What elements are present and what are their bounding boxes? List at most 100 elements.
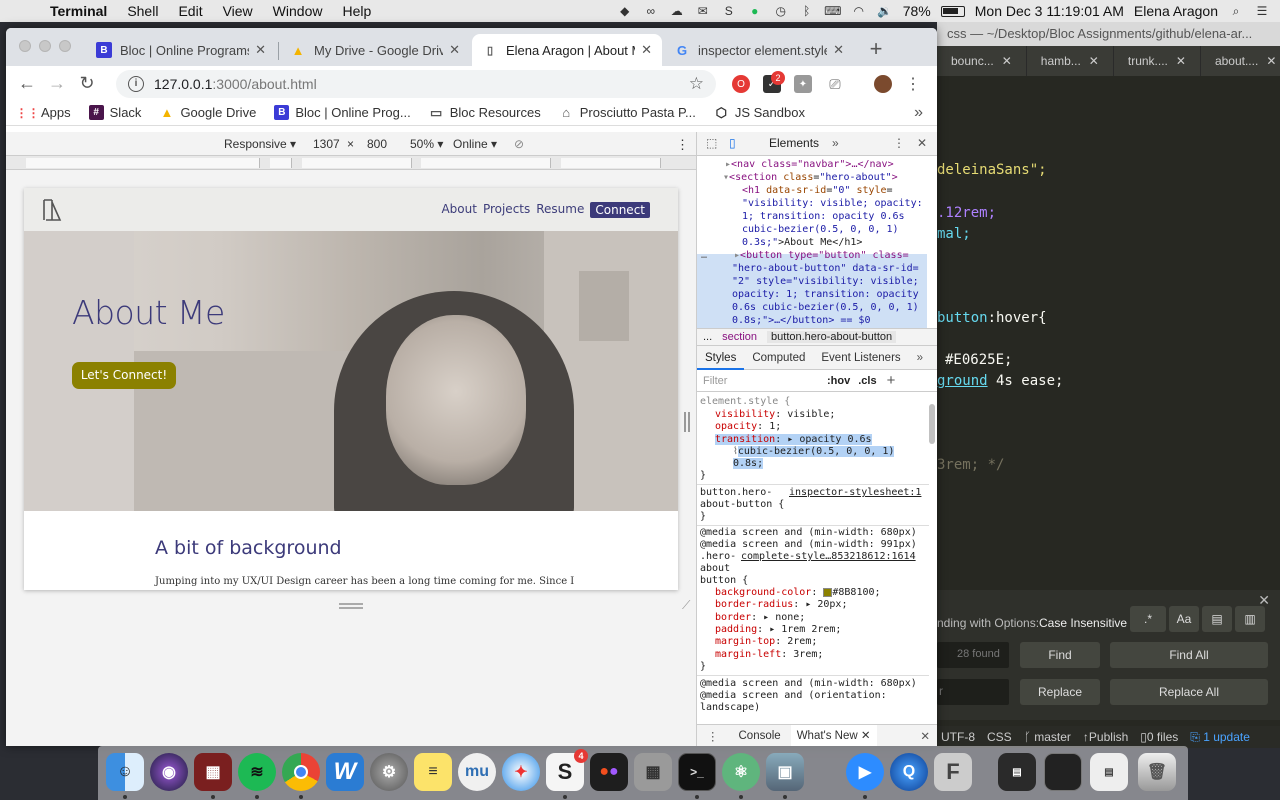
menu-app-name[interactable]: Terminal [40, 3, 117, 19]
resize-handle-bottom[interactable] [339, 603, 363, 609]
devtools-menu-icon[interactable]: ⋮ [893, 136, 905, 150]
user-name[interactable]: Elena Aragon [1134, 3, 1218, 19]
breadcrumb-more[interactable]: ... [703, 331, 712, 343]
more-tabs-icon[interactable]: » [832, 136, 839, 150]
dom-node-button[interactable]: ▸<button type="button" class= [734, 249, 909, 262]
style-declaration[interactable]: visibility: visible; [715, 409, 835, 422]
avatar[interactable] [874, 75, 892, 93]
bookmark-bloc[interactable]: B Bloc | Online Prog... [274, 105, 411, 120]
keyboard-icon[interactable]: ⌨ [824, 4, 841, 18]
notification-center-icon[interactable]: ☰ [1254, 4, 1270, 18]
cloud-icon[interactable]: ☁ [669, 4, 685, 18]
dom-tree[interactable]: ▸<nav class="navbar">…</nav> ▾<section c… [697, 156, 927, 328]
site-logo[interactable] [42, 198, 62, 222]
more-bookmarks-icon[interactable]: » [914, 104, 923, 122]
chrome-icon[interactable] [282, 753, 320, 791]
close-icon[interactable]: ✕ [1176, 54, 1186, 68]
notes-icon[interactable]: ≡ [414, 753, 452, 791]
menu-icon[interactable]: ⋮ [904, 75, 922, 93]
calculator-icon[interactable]: ▦ [634, 753, 672, 791]
stylesheet-link[interactable]: complete-style…853218612:1614 [741, 551, 916, 564]
styles-scrollbar[interactable] [929, 404, 935, 444]
reload-icon[interactable]: ↻ [72, 68, 102, 98]
close-icon[interactable]: ✕ [255, 42, 266, 58]
drawer-tab-whats-new[interactable]: What's New ✕ [790, 724, 877, 746]
git-branch[interactable]: ᚴ master [1024, 730, 1071, 744]
close-icon[interactable]: ✕ [1002, 54, 1012, 68]
inspect-element-icon[interactable]: ⬚ [706, 136, 717, 150]
musescore-icon[interactable]: mu [458, 753, 496, 791]
drawer-menu-icon[interactable]: ⋮ [697, 729, 729, 743]
nav-about[interactable]: About [441, 202, 476, 218]
find-all-button[interactable]: Find All [1110, 642, 1268, 668]
system-preferences-icon[interactable]: ⚙ [370, 753, 408, 791]
filter-input[interactable]: Filter [697, 375, 827, 387]
trash-icon[interactable]: 🗑 [1138, 753, 1176, 791]
back-arrow-icon[interactable]: ← [12, 68, 42, 98]
network-throttle-select[interactable]: Online ▾ [453, 137, 497, 151]
style-declaration[interactable]: margin-top: 2rem; [715, 636, 817, 649]
editor-tab[interactable]: trunk.... ✕ [1114, 46, 1201, 76]
battery-icon[interactable] [940, 5, 965, 17]
close-icon[interactable]: ✕ [1266, 54, 1276, 68]
forward-arrow-icon[interactable]: → [42, 68, 72, 98]
grammar-indicator[interactable]: CSS [987, 730, 1012, 744]
quicktime-icon[interactable]: Q [890, 753, 928, 791]
close-icon[interactable]: ✕ [920, 729, 937, 743]
siri-icon[interactable]: ◉ [150, 753, 188, 791]
stylesheet-link[interactable]: inspector-stylesheet:1 [789, 487, 921, 500]
address-bar[interactable]: i 127.0.0.1:3000/about.html ☆ [116, 70, 716, 98]
nav-projects[interactable]: Projects [483, 202, 530, 218]
lets-connect-button[interactable]: Let's Connect! [72, 362, 176, 389]
dom-node-nav[interactable]: ▸<nav class="navbar">…</nav> [725, 158, 894, 171]
bluetooth-icon[interactable]: ᛒ [799, 4, 815, 18]
styles-pane[interactable]: element.style { visibility: visible; opa… [697, 394, 929, 724]
menu-window[interactable]: Window [263, 3, 333, 19]
terminal-icon[interactable]: >_ [678, 753, 716, 791]
style-declaration-value[interactable]: ⌇cubic-bezier(0.5, 0, 0, 1) [733, 446, 895, 459]
mail-icon[interactable]: ✉ [695, 4, 711, 18]
editor-tab[interactable]: hamb... ✕ [1027, 46, 1114, 76]
style-declaration[interactable]: opacity: 1; [715, 421, 781, 434]
wifi-icon[interactable]: ◠ [851, 4, 867, 18]
device-toggle-icon[interactable]: ▯ [729, 136, 736, 150]
browser-tab[interactable]: G inspector element.style ✕ [664, 34, 854, 66]
browser-tab[interactable]: B Bloc | Online Programs ✕ [86, 34, 276, 66]
editor-tab[interactable]: bounc... ✕ [937, 46, 1027, 76]
creative-cloud-icon[interactable]: ∞ [643, 4, 659, 18]
opera-icon[interactable]: O [732, 75, 750, 93]
device-width-input[interactable]: 1307 [313, 137, 340, 151]
spotlight-search-icon[interactable]: ⌕ [1228, 4, 1244, 18]
close-icon[interactable]: ✕ [833, 42, 844, 58]
more-tabs-icon[interactable]: » [909, 346, 931, 370]
atom-icon[interactable]: ⚛ [722, 753, 760, 791]
close-icon[interactable]: ✕ [1089, 54, 1099, 68]
menu-help[interactable]: Help [332, 3, 381, 19]
skype-icon[interactable]: S [721, 4, 737, 18]
minimized-window-icon[interactable] [1044, 753, 1082, 791]
replace-all-button[interactable]: Replace All [1110, 679, 1268, 705]
replace-button[interactable]: Replace [1020, 679, 1100, 705]
close-window-button[interactable] [19, 40, 31, 52]
dom-node-h1[interactable]: <h1 data-sr-id="0" style= [742, 184, 893, 197]
bookmark-prosciutto-pasta[interactable]: ⌂ Prosciutto Pasta P... [559, 105, 696, 120]
tab-computed[interactable]: Computed [744, 346, 813, 370]
photo-booth-icon[interactable]: ▦ [194, 753, 232, 791]
clock[interactable]: Mon Dec 3 11:19:01 AM [975, 3, 1124, 19]
encoding-indicator[interactable]: UTF-8 [941, 730, 975, 744]
tab-styles[interactable]: Styles [697, 346, 745, 370]
bookmark-star-icon[interactable]: ☆ [689, 74, 704, 94]
tab-event-listeners[interactable]: Event Listeners [813, 346, 908, 370]
device-height-input[interactable]: 800 [367, 137, 387, 151]
bookmark-bloc-resources[interactable]: ▭ Bloc Resources [429, 105, 541, 121]
hover-state-toggle[interactable]: :hov [827, 375, 850, 387]
style-declaration[interactable]: margin-left: 3rem; [715, 649, 823, 662]
safari-icon[interactable]: ✦ [502, 753, 540, 791]
close-icon[interactable]: ✕ [641, 42, 652, 58]
style-declaration[interactable]: transition: ▸ opacity 0.6s [715, 434, 872, 447]
nav-connect[interactable]: Connect [590, 202, 650, 218]
resize-handle-corner[interactable]: ⟋ [682, 598, 690, 613]
find-button[interactable]: Find [1020, 642, 1100, 668]
whole-word-toggle[interactable]: ▥ [1235, 606, 1265, 632]
minimized-window-icon[interactable]: ▤ [998, 753, 1036, 791]
